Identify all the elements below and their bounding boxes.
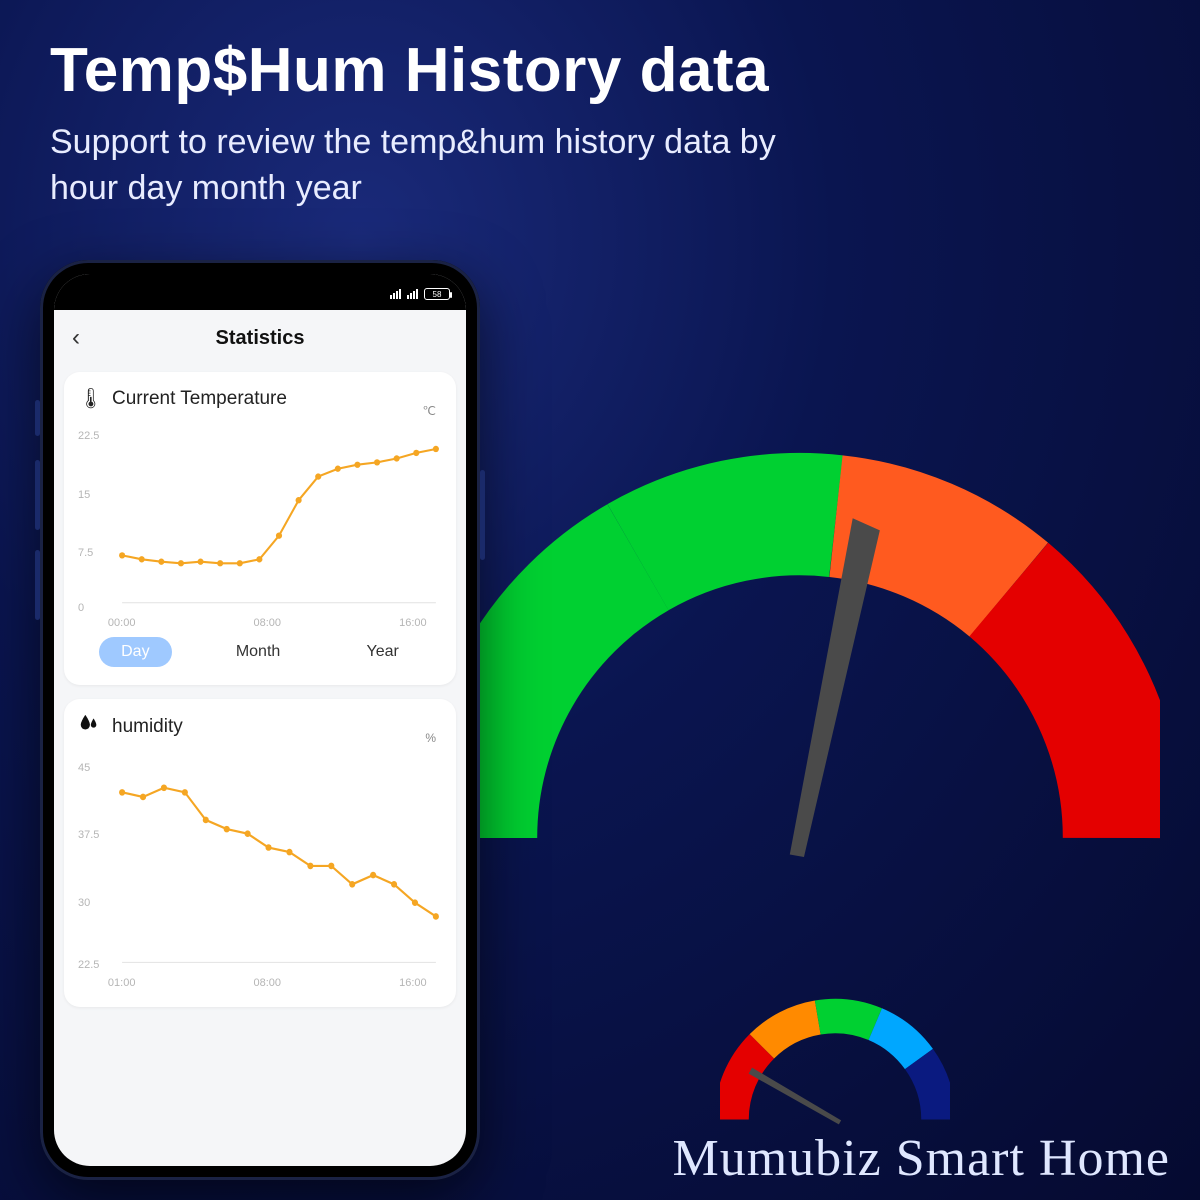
- period-day[interactable]: Day: [99, 637, 171, 667]
- x-tick: 01:00: [108, 977, 136, 989]
- humidity-card: humidity % 45 37.5 30 22.5 01:00 08:00 1…: [64, 699, 456, 1007]
- signal-icon: [390, 289, 401, 299]
- y-tick: 15: [78, 489, 90, 501]
- thermometer-icon: 🌡: [78, 386, 100, 411]
- x-tick: 08:00: [254, 617, 282, 629]
- x-tick: 08:00: [254, 977, 282, 989]
- x-tick: 00:00: [108, 617, 136, 629]
- y-tick: 45: [78, 762, 90, 774]
- period-month[interactable]: Month: [214, 637, 302, 667]
- y-tick: 0: [78, 602, 84, 614]
- y-tick: 7.5: [78, 547, 93, 559]
- temperature-card: 🌡 Current Temperature ℃ 22.5 15 7.5 0 00…: [64, 372, 456, 685]
- battery-icon: 58: [424, 288, 450, 300]
- droplet-icon: [78, 713, 100, 741]
- x-tick: 16:00: [399, 977, 427, 989]
- phone-frame: 58 ‹ Statistics 🌡 Current Temperature ℃ …: [40, 260, 480, 1180]
- signal-icon: [407, 289, 418, 299]
- temperature-unit: ℃: [423, 404, 436, 418]
- period-year[interactable]: Year: [345, 637, 421, 667]
- temperature-chart: 22.5 15 7.5 0 00:00 08:00 16:00: [78, 419, 442, 629]
- phone-volume-up: [35, 460, 40, 530]
- humidity-unit: %: [425, 731, 436, 745]
- back-button[interactable]: ‹: [72, 324, 80, 352]
- y-tick: 22.5: [78, 959, 99, 971]
- phone-notch: [141, 274, 380, 304]
- brand-text: Mumubiz Smart Home: [672, 1129, 1170, 1188]
- temperature-label: Current Temperature: [112, 388, 287, 410]
- y-tick: 37.5: [78, 829, 99, 841]
- phone-screen: 58 ‹ Statistics 🌡 Current Temperature ℃ …: [54, 274, 466, 1166]
- phone-volume-down: [35, 550, 40, 620]
- y-tick: 22.5: [78, 430, 99, 442]
- hero-subtitle: Support to review the temp&hum history d…: [50, 120, 810, 212]
- x-tick: 16:00: [399, 617, 427, 629]
- app-bar: ‹ Statistics: [54, 310, 466, 366]
- page-title: Statistics: [216, 327, 305, 350]
- phone-power-button: [480, 470, 485, 560]
- hero-title: Temp$Hum History data: [50, 35, 769, 106]
- humidity-chart: 45 37.5 30 22.5 01:00 08:00 16:00: [78, 749, 442, 989]
- humidity-label: humidity: [112, 716, 183, 738]
- period-selector: Day Month Year: [78, 637, 442, 667]
- phone-mute-switch: [35, 400, 40, 436]
- y-tick: 30: [78, 897, 90, 909]
